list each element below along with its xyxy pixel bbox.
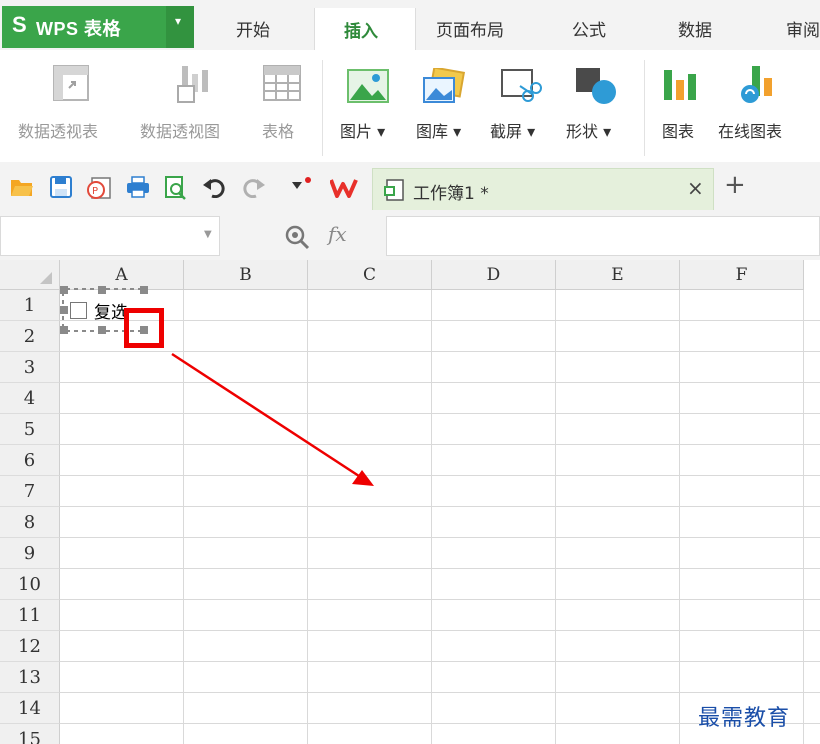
online-chart-icon xyxy=(741,66,772,103)
formula-input[interactable] xyxy=(386,216,820,256)
quick-access-toolbar: P 工作簿1 * × + xyxy=(0,162,820,212)
picture-icon xyxy=(347,69,389,103)
spreadsheet-grid[interactable]: ABCDEF 1 2 3 4 5 6 7 8 9 10 11 12 13 14 15 复选 最需教育 xyxy=(0,260,820,744)
svg-text:P: P xyxy=(92,186,98,197)
print-icon[interactable] xyxy=(126,176,150,198)
chevron-down-icon: ▾ xyxy=(175,14,182,28)
shapes-label: 形状 ▾ xyxy=(566,122,612,141)
app-title: WPS 表格 xyxy=(36,19,122,39)
ribbon-separator xyxy=(644,60,645,156)
formula-bar: ▼ fx xyxy=(0,212,820,260)
app-menu-dropdown[interactable]: ▾ xyxy=(166,6,194,48)
customize-icon[interactable] xyxy=(290,176,314,196)
pivot-chart-label: 数据透视图 xyxy=(140,122,221,141)
redo-icon[interactable] xyxy=(242,176,266,198)
shapes-icon xyxy=(576,68,616,104)
new-tab-plus-icon[interactable]: + xyxy=(724,172,746,198)
spreadsheet-doc-icon xyxy=(384,179,404,201)
screenshot-icon xyxy=(501,69,542,102)
pivot-table-icon xyxy=(53,65,89,101)
annotation-arrow xyxy=(171,352,374,486)
pivot-chart-icon xyxy=(177,66,208,103)
open-folder-icon[interactable] xyxy=(10,176,34,198)
tab-data[interactable]: 数据 xyxy=(678,16,712,41)
tab-insert[interactable]: 插入 xyxy=(314,8,416,52)
app-menu-button[interactable]: S WPS 表格 ▾ xyxy=(2,6,194,48)
table-icon xyxy=(263,65,301,101)
picture-label: 图片 ▾ xyxy=(340,122,386,141)
chevron-down-icon[interactable]: ▼ xyxy=(204,229,212,240)
document-tab[interactable]: 工作簿1 * × xyxy=(372,168,714,210)
screenshot-label: 截屏 ▾ xyxy=(490,122,536,141)
wps-w-icon[interactable] xyxy=(330,178,358,198)
gallery-label: 图库 ▾ xyxy=(416,122,462,141)
insert-function-icon[interactable]: fx xyxy=(328,222,347,246)
save-icon[interactable] xyxy=(50,176,72,198)
tab-home[interactable]: 开始 xyxy=(236,16,270,41)
tab-insert-label: 插入 xyxy=(344,22,378,42)
close-icon[interactable]: × xyxy=(687,176,704,200)
tab-page-layout[interactable]: 页面布局 xyxy=(436,16,504,41)
document-name: 工作簿1 * xyxy=(413,184,489,204)
tab-review[interactable]: 审阅 xyxy=(786,16,820,41)
magnifier-icon[interactable] xyxy=(284,224,310,250)
chart-label: 图表 xyxy=(662,122,695,141)
pivot-table-label: 数据透视表 xyxy=(18,122,99,141)
print-preview-icon[interactable] xyxy=(164,176,188,200)
undo-icon[interactable] xyxy=(202,176,226,198)
insert-ribbon: 数据透视表 数据透视图 表格 图片 ▾ 图库 ▾ 截屏 ▾ 形状 ▾ 图表 在线… xyxy=(0,50,820,160)
online-chart-label: 在线图表 xyxy=(718,122,783,141)
gallery-icon xyxy=(423,68,466,103)
table-label: 表格 xyxy=(262,122,295,141)
menu-tab-bar: S WPS 表格 ▾ 开始 插入 页面布局 公式 数据 审阅 xyxy=(0,0,820,52)
name-box[interactable]: ▼ xyxy=(0,216,220,256)
ribbon-separator xyxy=(322,60,323,156)
tab-formulas[interactable]: 公式 xyxy=(572,16,606,41)
chart-icon xyxy=(664,70,696,100)
annotation-arrow-line xyxy=(171,352,363,480)
export-pdf-icon[interactable]: P xyxy=(86,176,112,200)
wps-logo: S xyxy=(12,12,27,37)
watermark-text: 最需教育 xyxy=(698,706,791,731)
